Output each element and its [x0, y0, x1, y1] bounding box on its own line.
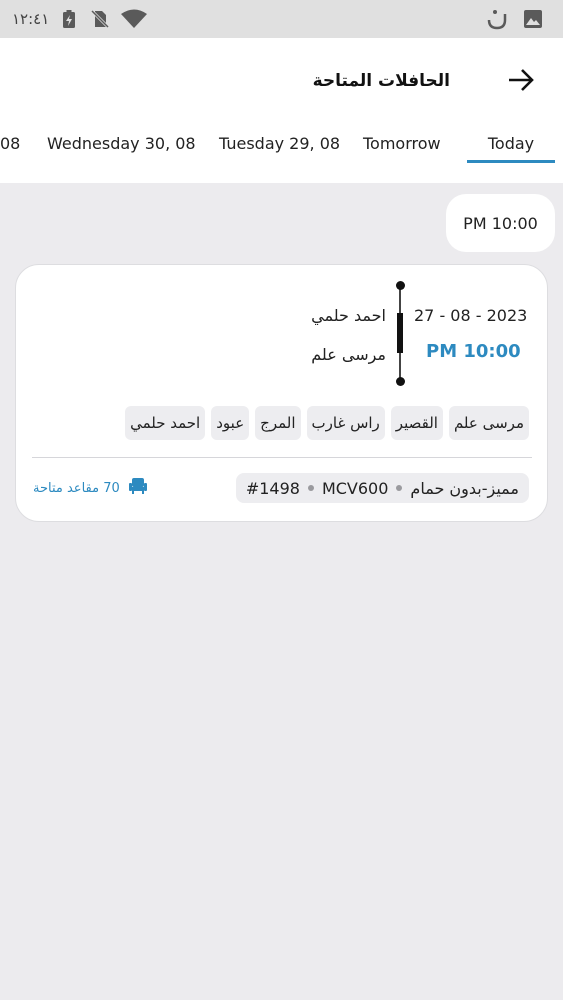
image-icon — [523, 0, 543, 38]
stop-chip: عبود — [211, 406, 250, 440]
card-divider — [32, 457, 532, 458]
tab-tomorrow[interactable]: Tomorrow — [363, 130, 441, 168]
active-tab-indicator — [467, 160, 555, 163]
page-title: الحافلات المتاحة — [312, 71, 450, 91]
back-button[interactable] — [505, 66, 537, 98]
no-sim-icon — [90, 0, 110, 38]
bus-number: #1498 — [245, 478, 300, 498]
route-timeline-bar — [397, 313, 403, 353]
available-seats: 70 مقاعد متاحة — [33, 477, 148, 499]
route-end-dot — [396, 377, 405, 386]
bus-info-chip: مميز-بدون حمام MCV600 #1498 — [235, 473, 529, 503]
separator-dot — [307, 485, 314, 491]
seat-icon — [128, 477, 148, 499]
seats-count: 70 مقاعد متاحة — [33, 480, 120, 496]
stop-chip: القصير — [390, 406, 443, 440]
status-time: ١٢:٤١ — [12, 10, 50, 28]
battery-charging-icon — [62, 0, 76, 38]
origin-station: احمد حلمي — [311, 306, 386, 325]
arrow-right-icon — [507, 68, 535, 96]
departure-time: PM 10:00 — [426, 341, 521, 362]
separator-dot — [396, 485, 403, 491]
destination-station: مرسى علم — [311, 345, 386, 364]
trip-card[interactable]: 27 - 08 - 2023 PM 10:00 احمد حلمي مرسى ع… — [15, 264, 548, 522]
route-start-dot — [396, 281, 405, 290]
notification-icon — [486, 0, 508, 38]
app-bar: الحافلات المتاحة 08 Wednesday 30, 08 Tue… — [0, 38, 563, 183]
bus-model: MCV600 — [321, 478, 389, 498]
wifi-icon — [120, 0, 148, 38]
tab-wednesday[interactable]: Wednesday 30, 08 — [47, 130, 196, 168]
time-filter-chip[interactable]: PM 10:00 — [446, 194, 555, 252]
stop-chip: احمد حلمي — [125, 406, 206, 440]
status-bar: ١٢:٤١ — [0, 0, 563, 38]
tab-tuesday[interactable]: Tuesday 29, 08 — [219, 130, 340, 168]
stops-list: مرسى علم القصير راس غارب المرج عبود احمد… — [125, 406, 529, 440]
stop-chip: مرسى علم — [448, 406, 529, 440]
bus-type: مميز-بدون حمام — [410, 478, 519, 498]
trip-date: 27 - 08 - 2023 — [414, 306, 528, 325]
stop-chip: المرج — [255, 406, 301, 440]
tab-date-08[interactable]: 08 — [0, 130, 20, 168]
stop-chip: راس غارب — [306, 406, 385, 440]
